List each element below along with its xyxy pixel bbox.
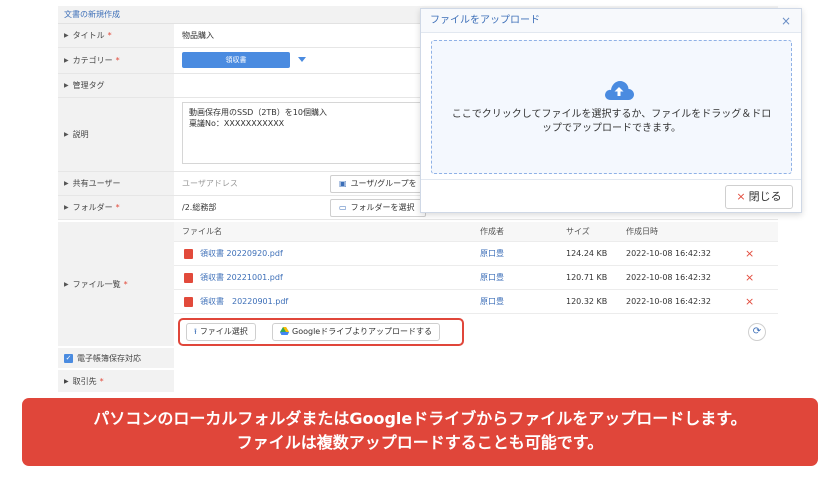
close-button[interactable]: × 閉じる bbox=[725, 185, 793, 209]
file-name-cell: 領収書 20220901.pdf bbox=[184, 290, 288, 313]
delete-icon[interactable]: × bbox=[745, 266, 754, 289]
file-name-link[interactable]: 領収書 20220920.pdf bbox=[200, 248, 283, 259]
expand-arrow-icon: ▶ bbox=[64, 82, 69, 89]
column-header: 作成者 bbox=[480, 227, 504, 236]
expand-arrow-icon: ▶ bbox=[64, 180, 69, 187]
tags-label: 管理タグ bbox=[72, 81, 105, 90]
modal-footer-divider bbox=[421, 179, 801, 180]
file-list-label-cell: ▶ ファイル一覧 * bbox=[58, 222, 174, 346]
table-row: 領収書 20221001.pdf 原口豊 120.71 KB 2022-10-0… bbox=[174, 266, 778, 290]
pdf-file-icon bbox=[184, 272, 193, 283]
delete-icon[interactable]: × bbox=[745, 290, 754, 313]
drop-text-line: ここでクリックしてファイルを選択するか、ファイルをドラッグ＆ドロ bbox=[451, 109, 772, 120]
upload-modal: ファイルをアップロード × ここでクリックしてファイルを選択するか、ファイルをド… bbox=[420, 8, 802, 213]
expand-arrow-icon: ▶ bbox=[64, 204, 69, 211]
caption-line: ファイルは複数アップロードすることも可能です。 bbox=[236, 433, 604, 452]
caption-line: パソコンのローカルフォルダまたはGoogleドライブからファイルをアップロードし… bbox=[93, 409, 747, 428]
file-author[interactable]: 原口豊 bbox=[480, 242, 504, 265]
description-label: 説明 bbox=[72, 130, 89, 139]
required-mark: * bbox=[123, 279, 128, 289]
file-name-cell: 領収書 20220920.pdf bbox=[184, 242, 283, 265]
google-drive-upload-button[interactable]: Googleドライブよりアップロードする bbox=[272, 323, 441, 341]
delete-icon[interactable]: × bbox=[745, 242, 754, 265]
column-header: 作成日時 bbox=[626, 227, 658, 236]
folder-value: /2.総務部 bbox=[182, 203, 217, 212]
file-list-label: ファイル一覧 bbox=[72, 279, 121, 289]
upload-toolbar: ⭱ ファイル選択 Googleドライブよりアップロードする ⟳ bbox=[174, 316, 778, 346]
file-date: 2022-10-08 16:42:32 bbox=[626, 273, 711, 282]
file-date: 2022-10-08 16:42:32 bbox=[626, 249, 711, 258]
table-row: 領収書 20220901.pdf 原口豊 120.32 KB 2022-10-0… bbox=[174, 290, 778, 314]
shared-users-label-cell: ▶ 共有ユーザー bbox=[58, 172, 174, 195]
required-mark: * bbox=[115, 203, 120, 212]
file-author[interactable]: 原口豊 bbox=[480, 290, 504, 313]
modal-header: ファイルをアップロード × bbox=[421, 9, 801, 33]
folder-label: フォルダー bbox=[72, 203, 113, 212]
select-file-button[interactable]: ⭱ ファイル選択 bbox=[186, 323, 256, 341]
close-icon[interactable]: × bbox=[781, 9, 791, 33]
supplier-row: ▶ 取引先 * bbox=[58, 370, 174, 392]
refresh-icon[interactable]: ⟳ bbox=[748, 323, 766, 341]
cloud-upload-icon bbox=[605, 81, 634, 100]
drop-instructions: ここでクリックしてファイルを選択するか、ファイルをドラッグ＆ドロ ップでアップロ… bbox=[442, 108, 781, 136]
expand-arrow-icon: ▶ bbox=[64, 57, 69, 64]
category-select[interactable]: 領収書 bbox=[182, 52, 290, 68]
pdf-file-icon bbox=[184, 296, 193, 307]
file-name-link[interactable]: 領収書 20221001.pdf bbox=[200, 272, 283, 283]
drop-text-line: ップでアップロードできます。 bbox=[542, 123, 681, 134]
expand-arrow-icon: ▶ bbox=[64, 280, 69, 288]
google-drive-button-label: Googleドライブよりアップロードする bbox=[292, 327, 433, 336]
supplier-label: 取引先 bbox=[72, 376, 97, 386]
caption-banner: パソコンのローカルフォルダまたはGoogleドライブからファイルをアップロードし… bbox=[22, 398, 818, 466]
title-label-cell: ▶ タイトル * bbox=[58, 24, 174, 47]
modal-title: ファイルをアップロード bbox=[430, 15, 540, 26]
expand-arrow-icon: ▶ bbox=[64, 32, 69, 39]
title-input[interactable]: 物品購入 bbox=[182, 24, 214, 47]
file-date: 2022-10-08 16:42:32 bbox=[626, 297, 711, 306]
file-table-header: ファイル名 作成者 サイズ 作成日時 bbox=[174, 222, 778, 242]
description-label-cell: ▶ 説明 bbox=[58, 98, 174, 171]
file-name-link[interactable]: 領収書 20220901.pdf bbox=[200, 296, 288, 307]
user-group-button-label: ユーザ/グループを bbox=[350, 179, 417, 188]
column-header: ファイル名 bbox=[182, 227, 222, 236]
tags-label-cell: ▶ 管理タグ bbox=[58, 74, 174, 97]
column-header: サイズ bbox=[566, 227, 590, 236]
required-mark: * bbox=[115, 56, 120, 65]
folder-label-cell: ▶ フォルダー * bbox=[58, 196, 174, 219]
category-label: カテゴリー bbox=[72, 56, 113, 65]
user-address-input[interactable]: ユーザアドレス bbox=[182, 172, 238, 195]
user-card-icon: ▣ bbox=[339, 179, 347, 188]
pdf-file-icon bbox=[184, 248, 193, 259]
expand-arrow-icon: ▶ bbox=[64, 377, 69, 385]
close-icon: × bbox=[736, 190, 746, 203]
category-label-cell: ▶ カテゴリー * bbox=[58, 48, 174, 73]
file-list-row: ▶ ファイル一覧 * ファイル名 作成者 サイズ 作成日時 領収書 202209… bbox=[58, 222, 778, 346]
electronic-storage-checkbox-row[interactable]: ✓ 電子帳簿保存対応 bbox=[58, 348, 174, 368]
checkbox-checked-icon[interactable]: ✓ bbox=[64, 353, 73, 363]
folder-select-button-label: フォルダーを選択 bbox=[350, 203, 415, 212]
required-mark: * bbox=[107, 31, 112, 40]
select-file-button-label: ファイル選択 bbox=[199, 327, 248, 336]
user-group-button[interactable]: ▣ ユーザ/グループを bbox=[330, 175, 426, 193]
file-size: 124.24 KB bbox=[566, 249, 608, 258]
file-size: 120.32 KB bbox=[566, 297, 608, 306]
shared-users-label: 共有ユーザー bbox=[72, 179, 121, 188]
file-name-cell: 領収書 20221001.pdf bbox=[184, 266, 283, 289]
table-row: 領収書 20220920.pdf 原口豊 124.24 KB 2022-10-0… bbox=[174, 242, 778, 266]
expand-arrow-icon: ▶ bbox=[64, 131, 69, 138]
required-mark: * bbox=[99, 376, 104, 386]
upload-icon: ⭱ bbox=[194, 327, 197, 336]
title-label: タイトル bbox=[72, 31, 105, 40]
folder-icon: ▭ bbox=[339, 203, 347, 212]
file-author[interactable]: 原口豊 bbox=[480, 266, 504, 289]
chevron-down-icon[interactable] bbox=[298, 57, 306, 62]
google-drive-icon bbox=[280, 327, 289, 336]
file-drop-zone[interactable]: ここでクリックしてファイルを選択するか、ファイルをドラッグ＆ドロ ップでアップロ… bbox=[431, 40, 792, 174]
electronic-storage-label: 電子帳簿保存対応 bbox=[77, 353, 141, 363]
folder-select-button[interactable]: ▭ フォルダーを選択 bbox=[330, 199, 426, 217]
close-button-label: 閉じる bbox=[748, 190, 782, 203]
file-size: 120.71 KB bbox=[566, 273, 608, 282]
